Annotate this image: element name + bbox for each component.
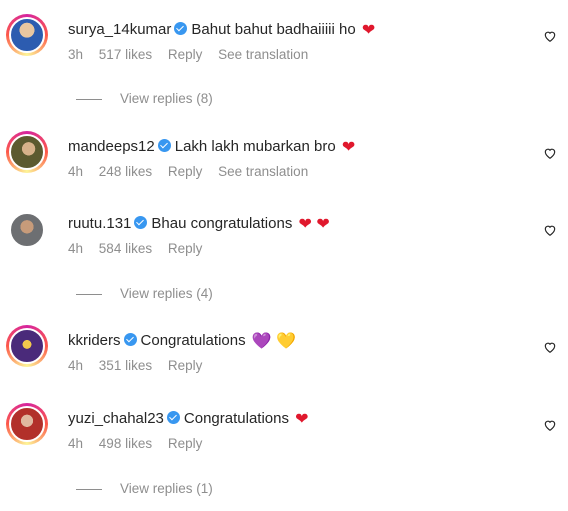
see-translation-button[interactable]: See translation [218, 164, 308, 179]
comment-time: 4h [68, 241, 84, 256]
avatar[interactable] [6, 14, 48, 56]
comment-emoji: ❤ ❤ [298, 216, 330, 233]
verified-badge-icon [123, 333, 137, 346]
heart-outline-icon[interactable] [543, 223, 557, 237]
reply-button[interactable]: Reply [168, 164, 203, 179]
reply-button[interactable]: Reply [168, 358, 203, 373]
comment-meta: 3h 517 likes Reply See translation [68, 47, 320, 62]
view-replies-button[interactable]: View replies (8) [76, 91, 213, 106]
comment-text: Lakh lakh mubarkan bro [174, 138, 336, 155]
comment-likes[interactable]: 351 likes [99, 358, 152, 373]
comment-time: 3h [68, 47, 84, 62]
heart-outline-icon[interactable] [543, 146, 557, 160]
view-replies-button[interactable]: View replies (1) [76, 481, 213, 496]
comment-meta: 4h 351 likes Reply [68, 358, 214, 373]
heart-outline-icon[interactable] [543, 418, 557, 432]
view-replies-label: View replies (4) [120, 286, 213, 301]
reply-button[interactable]: Reply [168, 241, 203, 256]
comment-username[interactable]: surya_14kumar [68, 21, 171, 38]
comment-username[interactable]: kkriders [68, 332, 121, 349]
comment-time: 4h [68, 164, 84, 179]
comment-text-line: ruutu.131 Bhau congratulations ❤ ❤ [68, 214, 330, 235]
avatar[interactable] [6, 403, 48, 445]
comment-text-line: kkriders Congratulations 💜 💛 [68, 331, 296, 352]
comment-username[interactable]: ruutu.131 [68, 215, 131, 232]
comment-time: 4h [68, 436, 84, 451]
divider-line [76, 488, 102, 490]
comment-username[interactable]: mandeeps12 [68, 138, 155, 155]
comment-text-line: yuzi_chahal23 Congratulations ❤ [68, 409, 309, 430]
comment-emoji: ❤ [295, 411, 309, 428]
comment-likes[interactable]: 584 likes [99, 241, 152, 256]
comment-likes[interactable]: 517 likes [99, 47, 152, 62]
comment-likes[interactable]: 498 likes [99, 436, 152, 451]
heart-outline-icon[interactable] [543, 29, 557, 43]
verified-badge-icon [134, 216, 148, 229]
view-replies-label: View replies (1) [120, 481, 213, 496]
comment-text-line: surya_14kumar Bahut bahut badhaiiiii ho ❤ [68, 20, 375, 41]
comment-meta: 4h 248 likes Reply See translation [68, 164, 320, 179]
comment-text: Bhau congratulations [151, 215, 293, 232]
verified-badge-icon [174, 22, 188, 35]
avatar[interactable] [6, 131, 48, 173]
heart-outline-icon[interactable] [543, 340, 557, 354]
avatar[interactable] [6, 209, 48, 251]
view-replies-button[interactable]: View replies (4) [76, 286, 213, 301]
comment-emoji: 💜 💛 [251, 333, 297, 350]
comment-text-line: mandeeps12 Lakh lakh mubarkan bro ❤ [68, 137, 355, 158]
comment-text: Bahut bahut badhaiiiii ho [191, 21, 356, 38]
comment-meta: 4h 498 likes Reply [68, 436, 214, 451]
view-replies-label: View replies (8) [120, 91, 213, 106]
reply-button[interactable]: Reply [168, 47, 203, 62]
comment-text: Congratulations [140, 332, 246, 349]
comment-username[interactable]: yuzi_chahal23 [68, 410, 164, 427]
avatar[interactable] [6, 325, 48, 367]
see-translation-button[interactable]: See translation [218, 47, 308, 62]
comment-time: 4h [68, 358, 84, 373]
divider-line [76, 293, 102, 295]
divider-line [76, 98, 102, 100]
comment-likes[interactable]: 248 likes [99, 164, 152, 179]
comment-emoji: ❤ [361, 22, 376, 39]
verified-badge-icon [157, 139, 171, 152]
comment-emoji: ❤ [341, 139, 356, 156]
comment-meta: 4h 584 likes Reply [68, 241, 214, 256]
reply-button[interactable]: Reply [168, 436, 203, 451]
verified-badge-icon [166, 411, 180, 424]
comment-text: Congratulations [183, 410, 289, 427]
